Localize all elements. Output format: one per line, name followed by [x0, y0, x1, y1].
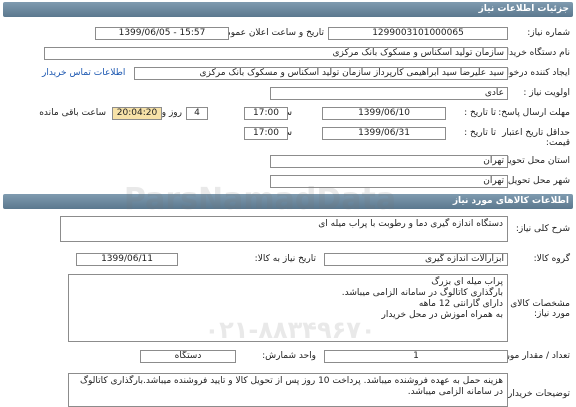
- summary-field: دستگاه اندازه گیری دما و رطوبت با پراب م…: [60, 216, 508, 242]
- unit-label: واحد شمارش:: [262, 351, 316, 361]
- need-number-label: شماره نیاز:: [527, 28, 570, 38]
- city-field: تهران: [270, 175, 508, 188]
- group-row: گروه کالا: ابزارآلات اندازه گیری تاریخ ن…: [0, 250, 576, 270]
- province-field: تهران: [270, 155, 508, 168]
- quantity-field: 1: [324, 350, 508, 363]
- send-deadline-row: مهلت ارسال پاسخ: تا تاریخ : 1399/06/10 س…: [0, 104, 576, 124]
- specs-field: پراب میله ای بزرگ بارگذاری کاتالوگ در سا…: [68, 274, 508, 342]
- remaining-time-field: 20:04:20: [112, 107, 162, 120]
- need-date-field: 1399/06/11: [76, 253, 178, 266]
- quantity-row: تعداد / مقدار مورد نیاز: 1 واحد شمارش: د…: [0, 347, 576, 367]
- remaining-days-field: 4: [186, 107, 208, 120]
- city-label: شهر محل تحویل:: [504, 176, 570, 186]
- send-deadline-label: مهلت ارسال پاسخ:: [498, 108, 570, 118]
- priority-label: اولویت نیاز :: [523, 88, 570, 98]
- buyer-row: نام دستگاه خریدار: سازمان تولید اسکناس و…: [0, 44, 576, 64]
- announce-label: تاریخ و ساعت اعلان عمومی:: [215, 28, 324, 38]
- summary-label: شرح کلی نیاز:: [515, 224, 570, 234]
- creator-row: ایجاد کننده درخواست: سید علیرضا سید ابرا…: [0, 64, 576, 84]
- send-to-date-label: تا تاریخ :: [464, 108, 496, 118]
- province-label: استان محل تحویل:: [499, 156, 570, 166]
- need-number-field: 1299003101000065: [328, 27, 508, 40]
- validity-time-field: 17:00: [244, 127, 288, 140]
- buyer-contact-link[interactable]: اطلاعات تماس خریدار: [42, 68, 125, 78]
- group-field: ابزارآلات اندازه گیری: [324, 253, 508, 266]
- details-header: جزئیات اطلاعات نیاز: [3, 2, 573, 17]
- creator-field: سید علیرضا سید ابراهیمی کارپرداز سازمان …: [134, 67, 508, 80]
- send-date-field: 1399/06/10: [322, 107, 446, 120]
- group-label: گروه کالا:: [533, 254, 570, 264]
- validity-date-field: 1399/06/31: [322, 127, 446, 140]
- remaining-time-label: ساعت باقی مانده: [39, 108, 106, 118]
- province-row: استان محل تحویل: تهران: [0, 152, 576, 172]
- validity-to-date-label: تا تاریخ :: [464, 128, 496, 138]
- notes-label: توضیحات خریدار:: [504, 389, 570, 399]
- goods-header-title: اطلاعات کالاهای مورد نیاز: [452, 196, 569, 206]
- remaining-days-label: روز و: [161, 108, 182, 118]
- notes-field: هزینه حمل به عهده فروشنده میباشد. پرداخت…: [68, 373, 508, 407]
- specs-row: مشخصات کالای مورد نیاز: پراب میله ای بزر…: [0, 272, 576, 344]
- unit-field: دستگاه: [140, 350, 236, 363]
- need-number-row: شماره نیاز: 1299003101000065 تاریخ و ساع…: [0, 24, 576, 44]
- specs-label: مشخصات کالای مورد نیاز:: [510, 299, 570, 319]
- notes-row: توضیحات خریدار: هزینه حمل به عهده فروشند…: [0, 369, 576, 407]
- validity-row: حداقل تاریخ اعتبار قیمت: تا تاریخ : 1399…: [0, 124, 576, 152]
- buyer-label: نام دستگاه خریدار:: [499, 48, 570, 58]
- buyer-field: سازمان تولید اسکناس و مسکوک بانک مرکزی: [44, 47, 508, 60]
- summary-row: شرح کلی نیاز: دستگاه اندازه گیری دما و ر…: [0, 214, 576, 244]
- city-row: شهر محل تحویل: تهران: [0, 172, 576, 192]
- need-date-label: تاریخ نیاز به کالا:: [254, 254, 316, 264]
- goods-header: اطلاعات کالاهای مورد نیاز: [3, 194, 573, 209]
- details-header-title: جزئیات اطلاعات نیاز: [478, 4, 569, 14]
- priority-field: عادی: [270, 87, 508, 100]
- send-time-field: 17:00: [244, 107, 288, 120]
- validity-label: حداقل تاریخ اعتبار قیمت:: [502, 128, 570, 148]
- announce-field: 1399/06/05 - 15:57: [95, 27, 229, 40]
- priority-row: اولویت نیاز : عادی: [0, 84, 576, 104]
